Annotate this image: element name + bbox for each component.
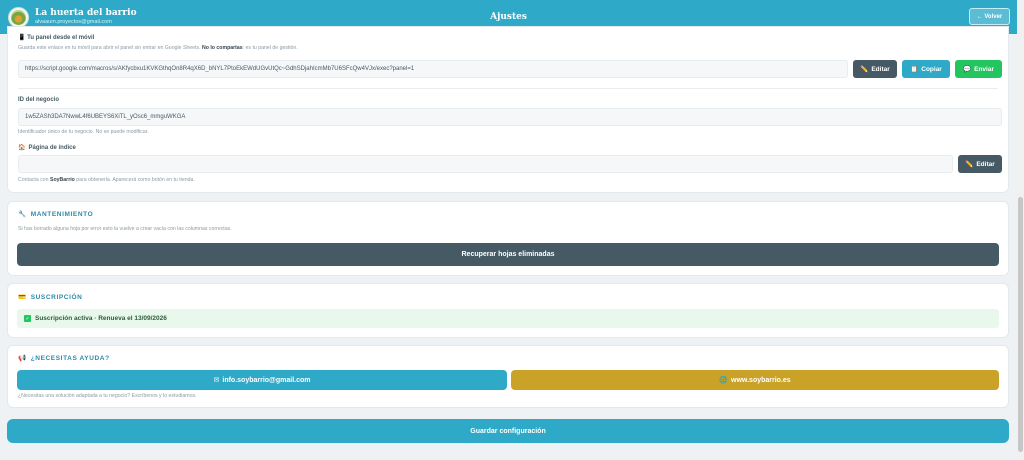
page-title: Ajustes bbox=[490, 12, 527, 22]
panel-send-button[interactable]: 💬 Enviar bbox=[955, 60, 1002, 78]
index-page-hint: Contacta con SoyBarrio para obtenerla. A… bbox=[18, 177, 195, 183]
config-card: 📱 Tu panel desde el móvil Guarda este en… bbox=[7, 26, 1009, 193]
panel-edit-button[interactable]: ✏️ Editar bbox=[853, 60, 897, 78]
subscription-title: 💳 SUSCRIPCIÓN bbox=[18, 293, 83, 302]
help-web-button[interactable]: 🌐 www.soybarrio.es bbox=[511, 370, 999, 390]
business-email: alvaaum.proyectos@gmail.com bbox=[35, 18, 112, 25]
save-config-button[interactable]: Guardar configuración bbox=[7, 419, 1009, 443]
house-icon: 🏠 bbox=[18, 145, 26, 151]
business-name: La huerta del barrio bbox=[35, 8, 137, 19]
envelope-icon: ✉ bbox=[213, 377, 220, 384]
subscription-status: ✓ Suscripción activa · Renueva el 13/09/2… bbox=[17, 309, 999, 328]
wrench-icon: 🔧 bbox=[18, 211, 27, 218]
panel-url-field[interactable]: https://script.google.com/macros/s/AKfyc… bbox=[18, 60, 848, 78]
panel-label: 📱 Tu panel desde el móvil bbox=[18, 35, 95, 41]
page-scrollbar[interactable] bbox=[1017, 0, 1024, 460]
maintenance-card: 🔧 MANTENIMIENTO Si has borrado alguna hoj… bbox=[7, 201, 1009, 276]
panel-copy-button[interactable]: 📋 Copiar bbox=[902, 60, 950, 78]
business-id-label: ID del negocio bbox=[18, 97, 60, 103]
maintenance-hint: Si has borrado alguna hoja por error est… bbox=[18, 226, 232, 232]
pencil-icon: ✏️ bbox=[860, 66, 869, 73]
brand: La huerta del barrio alvaaum.proyectos@g… bbox=[8, 6, 137, 28]
clipboard-icon: 📋 bbox=[910, 66, 919, 73]
recover-sheets-button[interactable]: Recuperar hojas eliminadas bbox=[17, 243, 999, 266]
help-hint: ¿Necesitas una solución adaptada a tu ne… bbox=[18, 393, 197, 399]
subscription-card: 💳 SUSCRIPCIÓN ✓ Suscripción activa · Renue… bbox=[7, 283, 1009, 338]
business-id-hint: Identificador único de tu negocio. No se… bbox=[18, 129, 149, 135]
help-email-button[interactable]: ✉ info.soybarrio@gmail.com bbox=[17, 370, 507, 390]
panel-hint: Guarda este enlace en tu móvil para abri… bbox=[18, 45, 298, 51]
check-icon: ✓ bbox=[24, 315, 31, 322]
chat-icon: 💬 bbox=[963, 66, 972, 73]
card-icon: 💳 bbox=[18, 294, 27, 301]
maintenance-title: 🔧 MANTENIMIENTO bbox=[18, 210, 94, 219]
globe-icon: 🌐 bbox=[719, 377, 729, 384]
pencil-icon: ✏️ bbox=[965, 161, 974, 168]
help-title: 📢 ¿NECESITAS AYUDA? bbox=[18, 354, 110, 363]
megaphone-icon: 📢 bbox=[18, 355, 27, 362]
index-page-edit-button[interactable]: ✏️ Editar bbox=[958, 155, 1002, 173]
business-id-field: 1w5ZASh3DA7NwwL4f6UBEYS6XiTL_yOsc6_mmguW… bbox=[18, 108, 1002, 126]
scrollbar-thumb[interactable] bbox=[1018, 197, 1023, 452]
back-button[interactable]: ← Volver bbox=[969, 8, 1010, 25]
help-card: 📢 ¿NECESITAS AYUDA? ✉ info.soybarrio@gmail… bbox=[7, 345, 1009, 408]
divider bbox=[18, 88, 998, 89]
business-logo bbox=[8, 6, 29, 28]
index-page-label: 🏠 Página de índice bbox=[18, 145, 76, 151]
index-page-field[interactable] bbox=[18, 155, 953, 173]
